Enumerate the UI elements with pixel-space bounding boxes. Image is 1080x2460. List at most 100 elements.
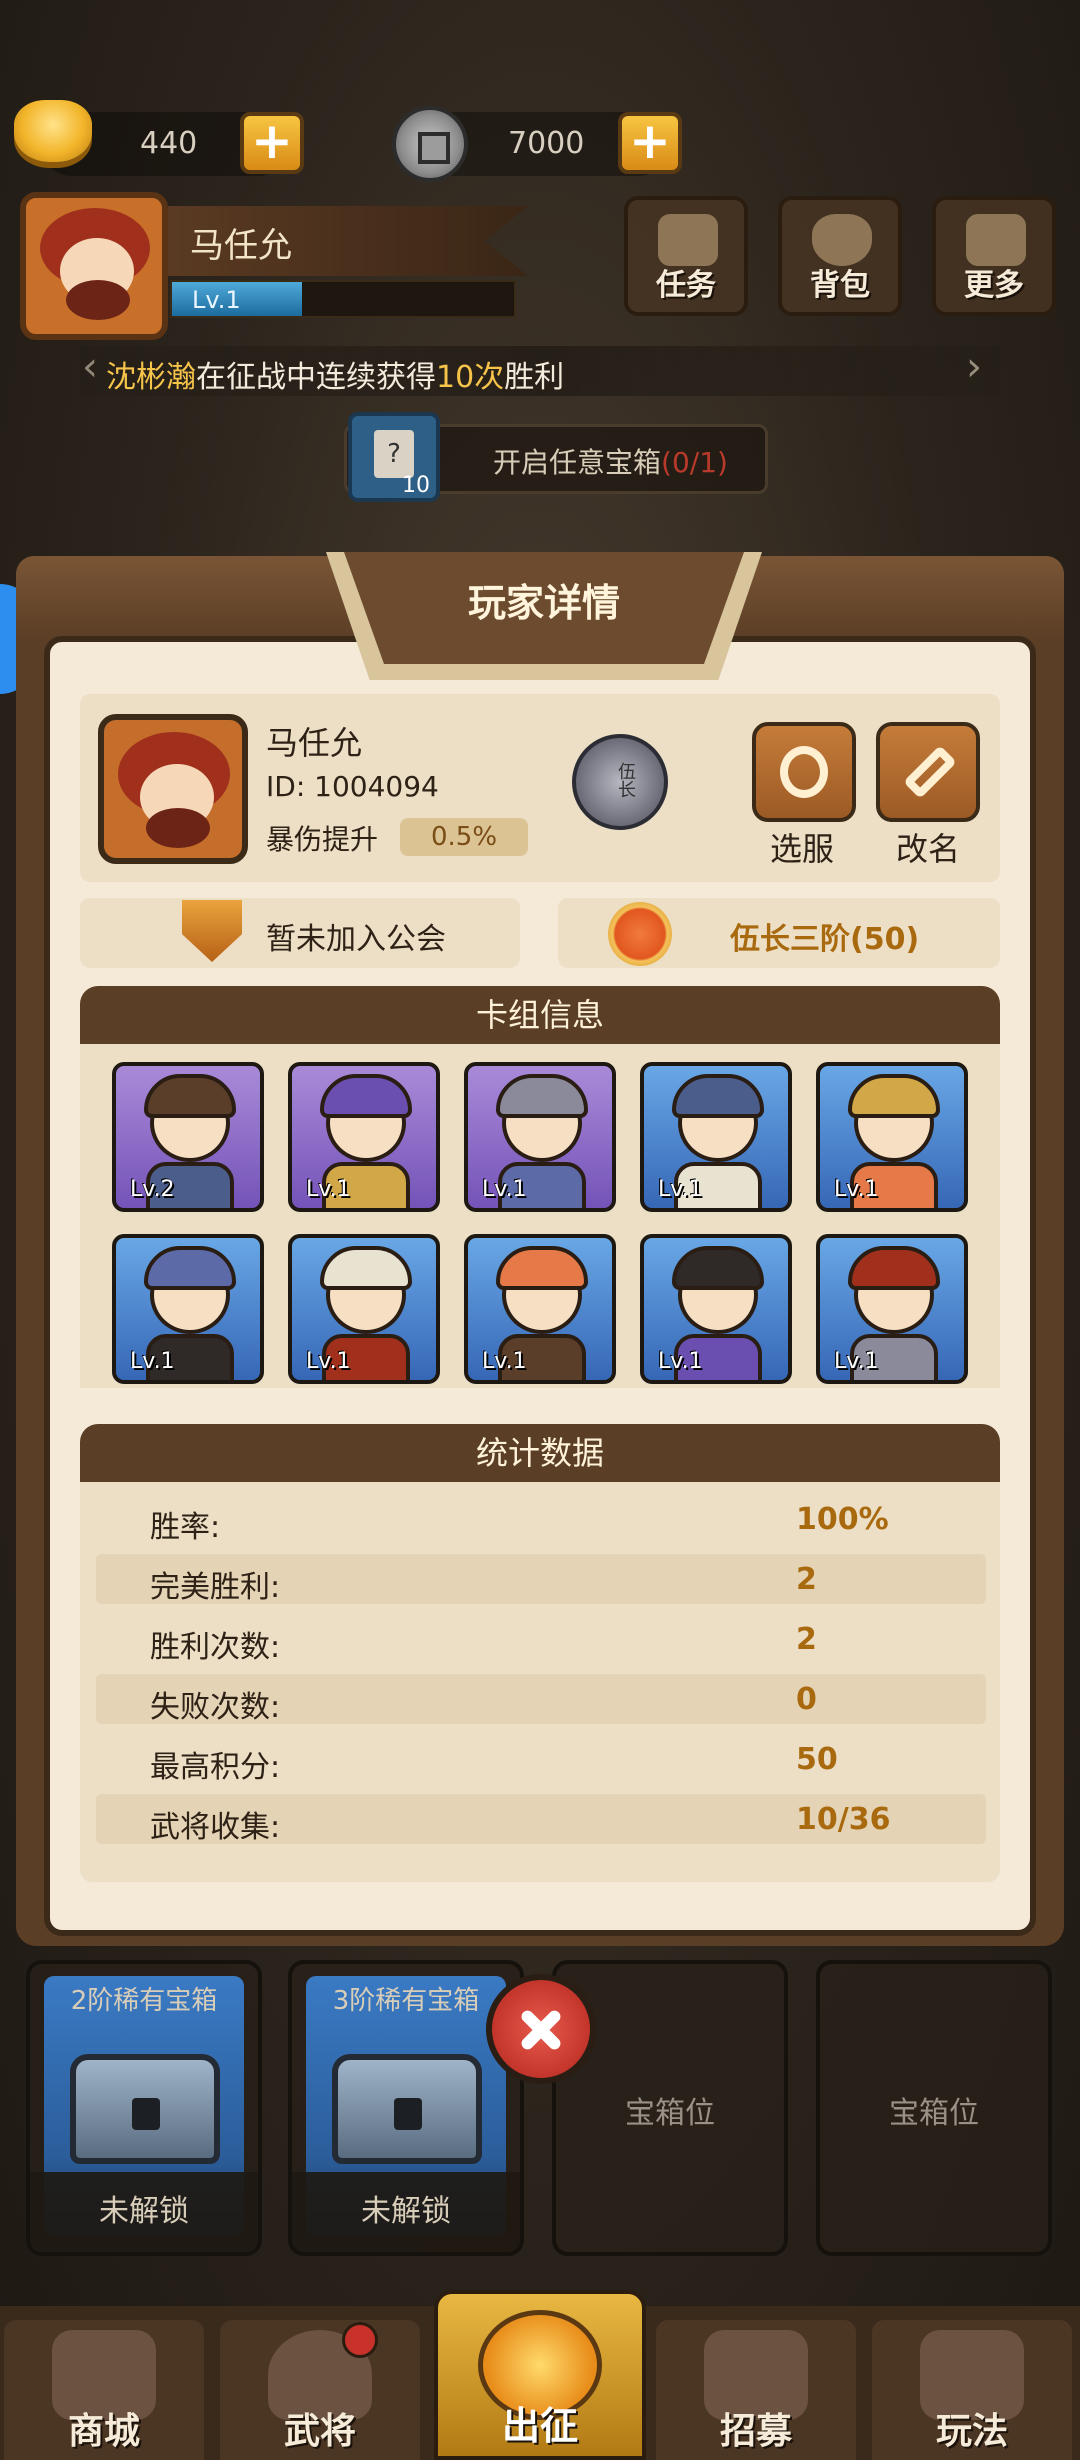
gold-ingot-icon: [14, 100, 92, 162]
news-player-name: 沈彬瀚: [106, 360, 196, 395]
hero-headgear: [320, 1074, 412, 1118]
bag-button[interactable]: 背包: [778, 196, 902, 316]
hero-level: Lv.1: [834, 1349, 879, 1374]
hero-card[interactable]: Lv.1: [112, 1234, 264, 1384]
chest-slot-1[interactable]: 2阶稀有宝箱 未解锁: [26, 1960, 262, 2256]
hero-card[interactable]: Lv.2: [112, 1062, 264, 1212]
stat-label: 完美胜利:: [150, 1570, 281, 1605]
detail-avatar: [98, 714, 248, 864]
menu-list-icon: [966, 214, 1026, 266]
hero-card[interactable]: Lv.1: [816, 1234, 968, 1384]
nav-generals[interactable]: 武将: [220, 2320, 420, 2460]
chest-task-progress: (0/1): [661, 446, 728, 479]
news-ticker: 沈彬瀚在征战中连续获得10次胜利: [80, 346, 1000, 396]
hero-level: Lv.1: [834, 1177, 879, 1202]
hero-headgear: [848, 1074, 940, 1118]
player-avatar[interactable]: [20, 192, 168, 340]
add-gold-button[interactable]: +: [240, 112, 304, 174]
treasure-chest-icon: [332, 2054, 482, 2164]
hero-level: Lv.1: [482, 1349, 527, 1374]
nav-modes[interactable]: 玩法: [872, 2320, 1072, 2460]
player-name: 马任允: [190, 226, 292, 266]
chest-slot-1-title: 2阶稀有宝箱: [70, 1986, 218, 2016]
nav-recruit[interactable]: 招募: [656, 2320, 856, 2460]
chest-slot-4[interactable]: 宝箱位: [816, 1960, 1052, 2256]
nav-battle-label: 出征: [501, 2404, 578, 2448]
stat-label: 胜利次数:: [150, 1630, 281, 1665]
nav-recruit-label: 招募: [719, 2411, 792, 2452]
hero-headgear: [320, 1246, 412, 1290]
chest-slot-2[interactable]: 3阶稀有宝箱 未解锁: [288, 1960, 524, 2256]
stat-value: 100%: [796, 1502, 889, 1537]
stat-row: 胜率: 100%: [96, 1494, 986, 1545]
hero-card[interactable]: Lv.1: [464, 1234, 616, 1384]
player-level: Lv.1: [192, 286, 241, 314]
rename-button[interactable]: [876, 722, 980, 822]
stat-value: 2: [796, 1622, 817, 1657]
hero-headgear: [144, 1246, 236, 1290]
hero-level: Lv.1: [658, 1349, 703, 1374]
treasure-chest-icon: [70, 2054, 220, 2164]
chest-slot-2-title: 3阶稀有宝箱: [332, 1986, 480, 2016]
stat-row: 武将收集: 10/36: [96, 1794, 986, 1845]
coin-amount: 7000: [508, 126, 585, 161]
stat-row: 最高积分: 50: [96, 1734, 986, 1785]
nav-modes-label: 玩法: [935, 2411, 1008, 2452]
rank-title: 伍长三阶(50): [730, 922, 920, 957]
rank-badge-icon: 伍长: [572, 734, 668, 830]
stat-label: 失败次数:: [150, 1690, 281, 1725]
lock-icon: [132, 2098, 160, 2130]
avatar-beard: [66, 280, 130, 320]
chest-task-text: 开启任意宝箱: [493, 446, 662, 479]
nav-shop-label: 商城: [67, 2411, 140, 2452]
crit-damage-value: 0.5%: [400, 818, 528, 856]
task-label: 任务: [656, 268, 716, 303]
guild-status: 暂未加入公会: [266, 922, 446, 957]
deck-section-header: 卡组信息: [80, 986, 1000, 1044]
hero-level: Lv.1: [658, 1177, 703, 1202]
nav-generals-label: 武将: [283, 2411, 356, 2452]
select-server-button[interactable]: [752, 722, 856, 822]
rank-medal-icon: [608, 902, 672, 966]
stat-label: 武将收集:: [150, 1810, 281, 1845]
player-level-bar: Lv.1: [170, 280, 516, 318]
refresh-icon: [780, 746, 828, 798]
stat-row: 完美胜利: 2: [96, 1554, 986, 1605]
hero-card[interactable]: Lv.1: [288, 1234, 440, 1384]
close-modal-button[interactable]: [486, 1974, 596, 2084]
more-button[interactable]: 更多: [932, 196, 1056, 316]
news-text-end: 胜利: [504, 360, 565, 395]
detail-avatar-beard: [146, 808, 210, 848]
hero-headgear: [672, 1246, 764, 1290]
modal-title: 玩家详情: [467, 581, 620, 625]
task-button[interactable]: 任务: [624, 196, 748, 316]
rename-label: 改名: [896, 830, 961, 868]
hero-headgear: [672, 1074, 764, 1118]
crit-damage-label: 暴伤提升: [266, 823, 379, 856]
stats-section-header: 统计数据: [80, 1424, 1000, 1482]
hero-card[interactable]: Lv.1: [640, 1062, 792, 1212]
nav-battle[interactable]: 出征: [434, 2290, 646, 2460]
hero-card[interactable]: Lv.1: [464, 1062, 616, 1212]
stat-value: 0: [796, 1682, 817, 1717]
hero-card[interactable]: Lv.1: [640, 1234, 792, 1384]
rank-badge-text: 伍长: [615, 762, 636, 798]
news-text-mid: 在征战中连续获得: [196, 360, 436, 395]
chest-slot-1-status: 未解锁: [30, 2172, 258, 2252]
hero-card[interactable]: Lv.1: [288, 1062, 440, 1212]
nav-shop[interactable]: 商城: [4, 2320, 204, 2460]
hero-level: Lv.2: [130, 1177, 175, 1202]
detail-player-name: 马任允: [266, 724, 363, 762]
stat-row: 失败次数: 0: [96, 1674, 986, 1725]
hero-level: Lv.1: [482, 1177, 527, 1202]
hero-card[interactable]: Lv.1: [816, 1062, 968, 1212]
add-coin-button[interactable]: +: [618, 112, 682, 174]
copper-coin-icon: [392, 106, 468, 182]
stat-label: 最高积分:: [150, 1750, 281, 1785]
stat-value: 10/36: [796, 1802, 891, 1837]
card-pack-icon: ? 10: [348, 412, 440, 502]
chevron-right-icon[interactable]: ›: [966, 344, 982, 390]
hero-headgear: [848, 1246, 940, 1290]
stat-row: 胜利次数: 2: [96, 1614, 986, 1665]
lock-icon: [394, 2098, 422, 2130]
